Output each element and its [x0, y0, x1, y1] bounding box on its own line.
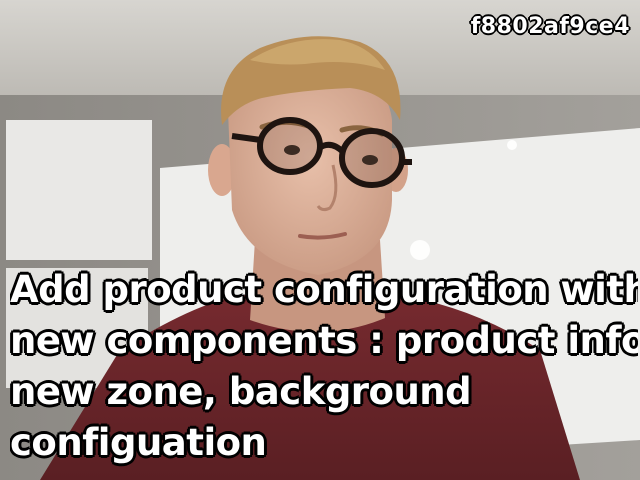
caption-line: Add product configuration with [10, 268, 638, 311]
video-id-label: f8802af9ce4 [470, 14, 630, 39]
caption-line: new components : product infos, [10, 319, 638, 362]
left-eye [284, 145, 300, 155]
caption-line: configuation [10, 421, 267, 464]
right-eye [362, 155, 378, 165]
caption-line: new zone, background [10, 370, 472, 413]
ceiling-light-reflection [410, 240, 430, 260]
whiteboard-left-upper [6, 120, 152, 260]
video-frame: f8802af9ce4 Add product configuration wi… [0, 0, 640, 480]
ceiling-light [507, 140, 517, 150]
caption: Add product configuration with new compo… [10, 264, 638, 468]
